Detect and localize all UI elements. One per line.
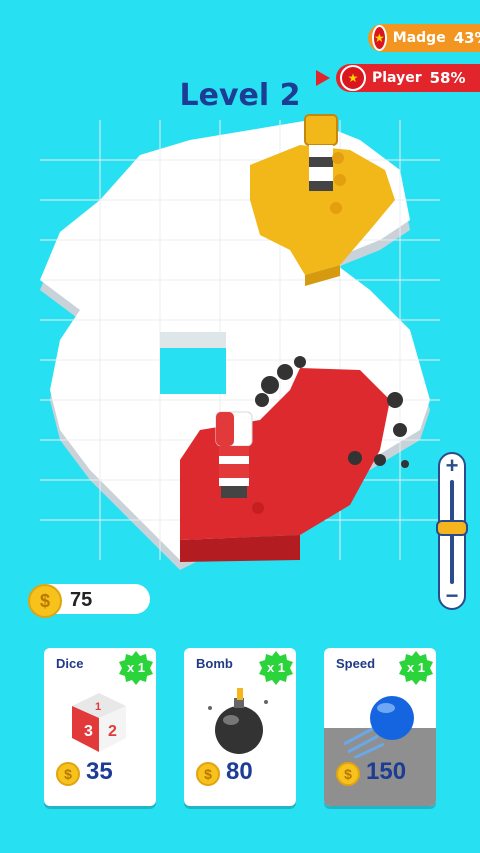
powerup-name: Dice xyxy=(56,656,84,671)
rank-madge: ★ Madge 43% xyxy=(368,24,480,52)
powerup-price: 80 xyxy=(226,758,253,785)
svg-text:1: 1 xyxy=(95,701,101,713)
speed-ball-icon xyxy=(344,696,414,758)
powerup-card-bomb[interactable]: Bomb x 1 $ 80 xyxy=(184,648,296,806)
game-board[interactable] xyxy=(0,100,480,580)
board-hole-wall xyxy=(160,332,226,348)
rank-player: ★ Player 58% xyxy=(336,64,480,92)
powerup-name: Speed xyxy=(336,656,376,671)
powerup-card-speed[interactable]: Speed x 1 $ 150 xyxy=(324,648,436,806)
rank-percent: 58% xyxy=(429,69,466,87)
rank-name: Player xyxy=(372,70,422,86)
multiplier-label: x 1 xyxy=(266,660,286,675)
svg-text:2: 2 xyxy=(108,723,117,740)
coin-count: 75 xyxy=(70,589,93,611)
coin-icon: $ xyxy=(28,584,62,618)
powerup-name: Bomb xyxy=(196,656,233,671)
coin-icon: $ xyxy=(196,762,220,786)
china-flag-icon: ★ xyxy=(340,65,366,91)
multiplier-label: x 1 xyxy=(126,660,146,675)
china-flag-icon: ★ xyxy=(372,25,387,51)
svg-text:3: 3 xyxy=(84,723,93,740)
bomb-icon xyxy=(208,688,268,754)
powerup-price: 150 xyxy=(366,758,407,785)
coin-icon: $ xyxy=(336,762,360,786)
rank-name: Madge xyxy=(392,30,446,46)
powerup-price: 35 xyxy=(86,758,113,785)
dice-icon: 3 2 1 xyxy=(72,693,126,752)
zoom-out-button[interactable]: − xyxy=(438,584,466,608)
powerup-card-dice[interactable]: Dice x 1 3 2 1 $ 35 xyxy=(44,648,156,806)
zoom-in-button[interactable]: + xyxy=(438,454,466,478)
rank-percent: 43% xyxy=(453,29,480,47)
multiplier-label: x 1 xyxy=(406,660,426,675)
coin-icon: $ xyxy=(56,762,80,786)
board-hole xyxy=(160,348,226,394)
zoom-handle[interactable] xyxy=(436,519,468,536)
